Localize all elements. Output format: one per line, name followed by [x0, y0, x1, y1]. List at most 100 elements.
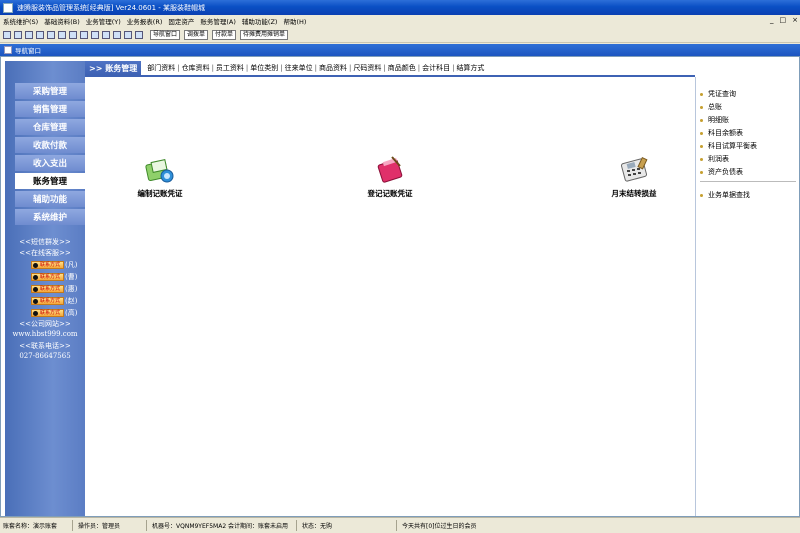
- toolbar: 导航窗口 调拨单 付款单 待摊费用摊销单: [0, 27, 800, 43]
- qq-contact[interactable]: 联系方式 (高): [31, 308, 77, 317]
- qq-icon: 联系方式: [31, 308, 64, 317]
- bullet-icon: [700, 193, 703, 197]
- link-partners[interactable]: 往来单位: [285, 63, 313, 73]
- menu-reports[interactable]: 业务报表(R): [127, 16, 163, 26]
- report-links-panel: 凭证查询 总账 明细账 科目余额表 科目试算平衡表 利润表 资产负债表 业务单据…: [695, 77, 799, 516]
- paste-icon[interactable]: [36, 30, 44, 39]
- bullet-icon: [700, 92, 703, 96]
- nav-window-titlebar: 导航窗口: [0, 44, 800, 56]
- status-machine: 机器号：VQNM9YEF5MA2 会计期间：账套未启用: [152, 523, 289, 530]
- link-general-ledger[interactable]: 总账: [700, 102, 722, 112]
- settings-icon[interactable]: [58, 30, 66, 39]
- sidebar-item-accounting[interactable]: 账务管理: [15, 173, 85, 189]
- module-tabbar: >> 账务管理 部门资料 | 仓库资料 | 员工资料 | 单位类别 | 往来单位 | 商品…: [85, 61, 695, 75]
- link-profit-statement[interactable]: 利润表: [700, 154, 729, 164]
- window-title: 速腾服装饰品管理系统[经典版] Ver24.0601 - 某服装鞋帽城: [17, 3, 206, 12]
- phone-number: 027-86647565: [19, 352, 71, 360]
- link-warehouses[interactable]: 仓库资料: [182, 63, 210, 73]
- edit-voucher-button[interactable]: 编制记账凭证: [115, 155, 205, 199]
- disk-icon[interactable]: [113, 30, 121, 39]
- menu-basic-data[interactable]: 基础资料(B): [44, 16, 80, 26]
- qq-contact[interactable]: 联系方式 (惠): [31, 284, 77, 293]
- status-birthday: 今天共有[0]位过生日的会员: [402, 523, 477, 530]
- bullet-icon: [700, 118, 703, 122]
- print-icon[interactable]: [91, 30, 99, 39]
- status-bar: 账套名称：演示账套 操作员：管理员 机器号：VQNM9YEF5MA2 会计期间：…: [0, 517, 800, 533]
- month-end-transfer-icon: [618, 155, 650, 185]
- online-service-title: <<在线客服>>: [19, 249, 71, 257]
- phone-title: <<联系电话>>: [19, 342, 71, 350]
- qq-contact[interactable]: 联系方式 (曹): [31, 272, 77, 281]
- nav-window: 采购管理 销售管理 仓库管理 收款付款 收入支出 账务管理 辅助功能 系统维护 …: [0, 56, 800, 517]
- edit-voucher-label: 编制记账凭证: [137, 189, 183, 198]
- transfer-order-button[interactable]: 调拨单: [184, 29, 209, 40]
- tool-icon[interactable]: [47, 30, 55, 39]
- bullet-icon: [700, 144, 703, 148]
- menu-business[interactable]: 业务管理(Y): [86, 16, 121, 26]
- link-balance-sheet[interactable]: 资产负债表: [700, 167, 743, 177]
- title-bar: 速腾服装饰品管理系统[经典版] Ver24.0601 - 某服装鞋帽城: [0, 0, 800, 15]
- exit-icon[interactable]: [135, 30, 143, 39]
- qq-icon: 联系方式: [31, 284, 64, 293]
- menu-system[interactable]: 系统维护(S): [3, 16, 38, 26]
- link-unit-types[interactable]: 单位类别: [250, 63, 278, 73]
- mdi-close-button[interactable]: ×: [792, 16, 798, 24]
- sidebar-item-auxiliary[interactable]: 辅助功能: [15, 191, 85, 207]
- link-trial-balance[interactable]: 科目试算平衡表: [700, 141, 757, 151]
- link-colors[interactable]: 商品颜色: [388, 63, 416, 73]
- website-link[interactable]: www.hbst999.com: [5, 330, 85, 338]
- save-icon[interactable]: [102, 30, 110, 39]
- help-icon[interactable]: [124, 30, 132, 39]
- menu-fixed-assets[interactable]: 固定资产: [168, 16, 194, 26]
- status-operator: 操作员：管理员: [78, 523, 121, 530]
- qq-icon: 联系方式: [31, 296, 64, 305]
- link-accounts[interactable]: 会计科目: [422, 63, 450, 73]
- link-employees[interactable]: 员工资料: [216, 63, 244, 73]
- sidebar: 采购管理 销售管理 仓库管理 收款付款 收入支出 账务管理 辅助功能 系统维护 …: [5, 61, 85, 516]
- window-icon: [4, 46, 12, 54]
- divider: [700, 181, 796, 182]
- month-end-transfer-button[interactable]: 月末结转损益: [589, 155, 679, 199]
- register-voucher-label: 登记记账凭证: [367, 189, 413, 198]
- menu-accounting[interactable]: 账务管理(A): [200, 16, 236, 26]
- sms-link[interactable]: <<短信群发>>: [5, 237, 85, 247]
- open-icon[interactable]: [14, 30, 22, 39]
- new-icon[interactable]: [3, 30, 11, 39]
- register-voucher-button[interactable]: 登记记账凭证: [345, 155, 435, 199]
- qq-icon: 联系方式: [31, 272, 64, 281]
- link-account-balance[interactable]: 科目余额表: [700, 128, 743, 138]
- bullet-icon: [700, 105, 703, 109]
- link-departments[interactable]: 部门资料: [147, 63, 175, 73]
- amortization-button[interactable]: 待摊费用摊销单: [240, 29, 289, 40]
- sidebar-item-sales[interactable]: 销售管理: [15, 101, 85, 117]
- link-detail-ledger[interactable]: 明细账: [700, 115, 729, 125]
- users-icon[interactable]: [69, 30, 77, 39]
- qq-icon: 联系方式: [31, 260, 64, 269]
- status-state: 状态：无购: [302, 523, 333, 530]
- menu-bar: 系统维护(S) 基础资料(B) 业务管理(Y) 业务报表(R) 固定资产 账务管…: [0, 15, 800, 27]
- mdi-restore-button[interactable]: □: [780, 16, 787, 24]
- link-document-search[interactable]: 业务单据查找: [700, 190, 750, 200]
- link-voucher-query[interactable]: 凭证查询: [700, 89, 736, 99]
- link-products[interactable]: 商品资料: [319, 63, 347, 73]
- month-end-transfer-label: 月末结转损益: [611, 189, 657, 198]
- menu-auxiliary[interactable]: 辅助功能(Z): [242, 16, 278, 26]
- link-icon[interactable]: [80, 30, 88, 39]
- qq-contact[interactable]: 联系方式 (赵): [31, 296, 77, 305]
- payment-order-button[interactable]: 付款单: [212, 29, 237, 40]
- link-settlement[interactable]: 结算方式: [456, 63, 484, 73]
- sidebar-item-warehouse[interactable]: 仓库管理: [15, 119, 85, 135]
- copy-icon[interactable]: [25, 30, 33, 39]
- tab-accounting[interactable]: >> 账务管理: [85, 61, 142, 75]
- sidebar-item-purchase[interactable]: 采购管理: [15, 83, 85, 99]
- mdi-minimize-button[interactable]: _: [770, 16, 774, 24]
- link-sizes[interactable]: 尺码资料: [353, 63, 381, 73]
- app-icon: [3, 2, 13, 13]
- nav-window-button[interactable]: 导航窗口: [150, 29, 181, 40]
- qq-contact[interactable]: 联系方式 (凡): [31, 260, 77, 269]
- sidebar-item-system[interactable]: 系统维护: [15, 209, 85, 225]
- sidebar-item-receipts[interactable]: 收款付款: [15, 137, 85, 153]
- menu-help[interactable]: 帮助(H): [283, 16, 306, 26]
- sidebar-item-income[interactable]: 收入支出: [15, 155, 85, 171]
- website-title: <<公司网站>>: [19, 320, 71, 328]
